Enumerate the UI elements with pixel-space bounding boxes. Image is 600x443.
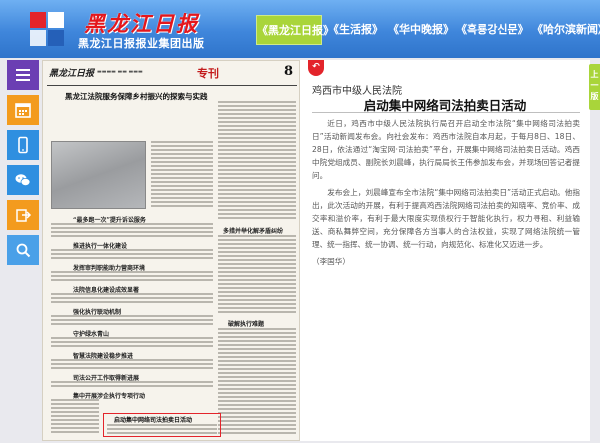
menu-button[interactable]	[7, 60, 39, 90]
article-paragraph: 近日，鸡西市中级人民法院执行局召开启动全市法院“集中网络司法拍卖日”活动新闻发布…	[312, 119, 580, 180]
logo-red-square-icon	[30, 12, 46, 28]
article-author: （李国华）	[312, 257, 350, 266]
nav-item-heilongjiang-daily[interactable]: 《黑龙江日报》	[256, 15, 334, 45]
logo-title: 黑龙江日报	[84, 11, 199, 36]
newspaper-subhead: 破解执行难题	[228, 321, 265, 328]
newspaper-text-block	[51, 359, 213, 371]
newspaper-selected-article-title: 启动集中网络司法拍卖日活动	[114, 417, 193, 424]
newspaper-nav: 《黑龙江日报》 《生活报》 《华中晚报》 《흑룡강신문》 《哈尔滨新闻》	[256, 15, 600, 45]
newspaper-text-block	[51, 271, 213, 283]
search-button[interactable]	[7, 235, 39, 265]
newspaper-text-block	[51, 249, 213, 261]
newspaper-headline: 黑龙江法院服务保障乡村振兴的探索与实践	[65, 92, 208, 101]
search-icon	[16, 243, 31, 258]
newspaper-masthead: 黑龙江日报 ▬▬▬▬ ▬▬ ▬▬▬ 专刊 8	[47, 64, 297, 86]
newspaper-text-block	[218, 101, 296, 221]
article-body: 近日，鸡西市中级人民法院执行局召开启动全市法院“集中网络司法拍卖日”活动新闻发布…	[312, 117, 580, 272]
newspaper-text-block	[51, 399, 99, 435]
nav-item-korean-news[interactable]: 《흑룡강신문》	[456, 15, 529, 45]
wechat-icon	[15, 174, 31, 186]
site-logo[interactable]: 黑龙江日报 黑龙江日报报业集团出版	[74, 8, 254, 52]
nav-item-life-daily[interactable]: 《生活报》	[328, 15, 383, 45]
back-arrow-icon[interactable]: ↶	[308, 60, 324, 76]
logo-blue-square-icon	[48, 30, 64, 46]
newspaper-text-block	[218, 328, 296, 436]
newspaper-selected-article-box[interactable]: 启动集中网络司法拍卖日活动	[103, 413, 221, 437]
article-panel: ↶ 鸡西市中级人民法院 启动集中网络司法拍卖日活动 近日，鸡西市中级人民法院执行…	[300, 60, 590, 441]
header-bar: 黑龙江日报 黑龙江日报报业集团出版 《黑龙江日报》 《生活报》 《华中晚报》 《…	[0, 0, 600, 58]
newspaper-masthead-logo: 黑龙江日报	[49, 69, 95, 79]
left-toolbar	[7, 60, 39, 270]
newspaper-photo	[51, 141, 146, 209]
newspaper-page-number: 8	[283, 64, 293, 79]
newspaper-text-block	[51, 223, 213, 239]
newspaper-text-block	[51, 381, 213, 389]
newspaper-text-block	[51, 337, 213, 349]
article-divider	[312, 112, 580, 113]
newspaper-text-block	[51, 315, 213, 327]
previous-page-tab[interactable]: 上一版	[589, 64, 600, 110]
mobile-button[interactable]	[7, 130, 39, 160]
newspaper-text-block	[51, 293, 213, 305]
newspaper-masthead-date-lines: ▬▬▬▬ ▬▬ ▬▬▬	[97, 69, 143, 75]
newspaper-page-image[interactable]: 黑龙江日报 ▬▬▬▬ ▬▬ ▬▬▬ 专刊 8 黑龙江法院服务保障乡村振兴的探索与…	[42, 60, 300, 441]
nav-item-harbin-news[interactable]: 《哈尔滨新闻》	[532, 15, 600, 45]
share-icon	[16, 209, 32, 222]
site-logo-mark[interactable]	[30, 12, 70, 46]
logo-white-square-2-icon	[30, 30, 46, 46]
newspaper-text-block	[151, 141, 213, 209]
newspaper-text-block	[218, 235, 296, 315]
nav-item-evening-news[interactable]: 《华中晚报》	[388, 15, 454, 45]
mobile-icon	[18, 136, 28, 154]
article-paragraph: 发布会上，刘晨峰宣布全市法院“集中网络司法拍卖日”活动正式启动。他指出，此次活动…	[312, 188, 580, 249]
logo-white-square-icon	[48, 12, 64, 28]
calendar-button[interactable]	[7, 95, 39, 125]
share-button[interactable]	[7, 200, 39, 230]
menu-icon	[16, 69, 30, 81]
logo-subtitle: 黑龙江日报报业集团出版	[78, 37, 205, 50]
newspaper-column-name: 专刊	[197, 67, 219, 80]
calendar-icon	[15, 103, 31, 118]
newspaper-text-block	[107, 424, 217, 436]
wechat-button[interactable]	[7, 165, 39, 195]
newspaper-subhead: 多措并举化解矛盾纠纷	[223, 228, 284, 235]
